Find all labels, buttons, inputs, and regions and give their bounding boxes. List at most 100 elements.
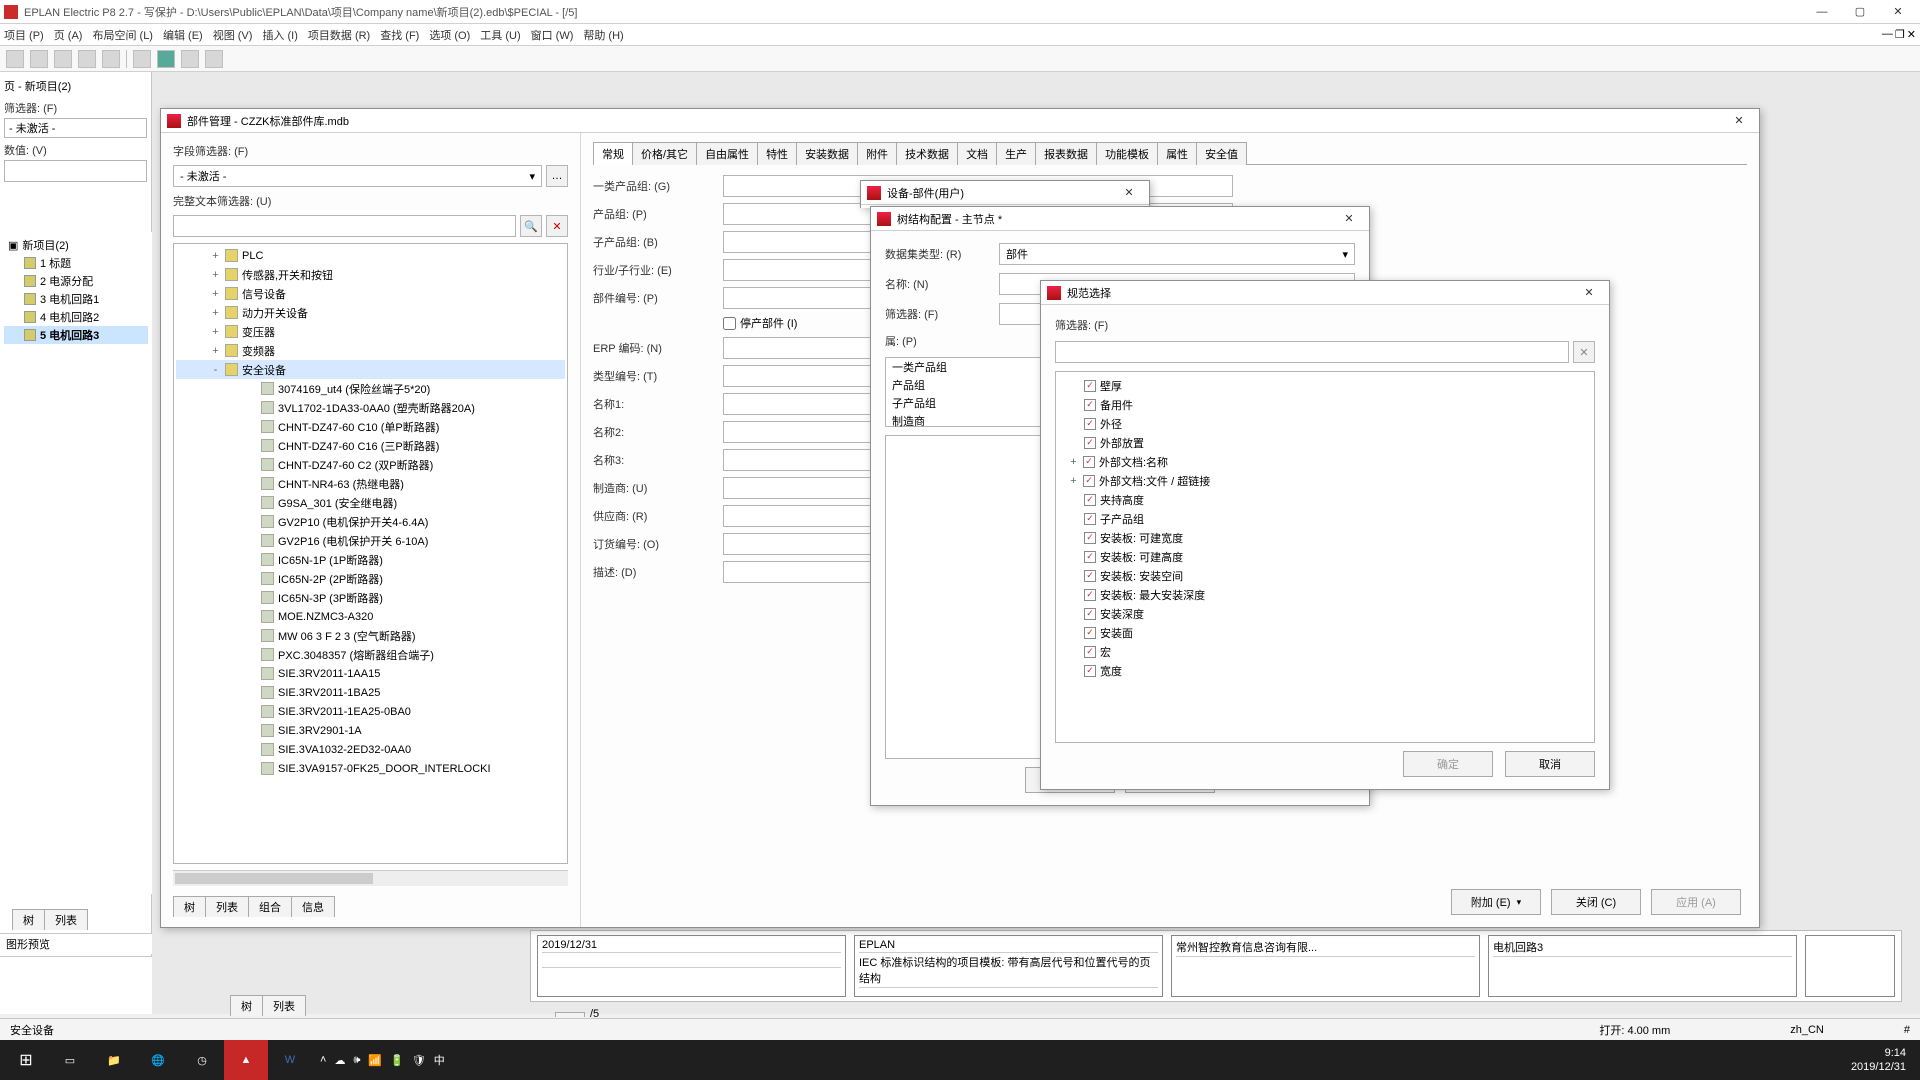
minimize-button[interactable]: — [1804, 1, 1840, 23]
norm-item[interactable]: 宏 [1058, 642, 1592, 661]
norm-item[interactable]: 外部放置 [1058, 433, 1592, 452]
close-parts-button[interactable]: 关闭 (C) [1551, 889, 1641, 915]
field-filter-more-button[interactable]: … [546, 165, 568, 187]
tree-page[interactable]: 2 电源分配 [4, 272, 148, 290]
detail-tab[interactable]: 功能模板 [1096, 142, 1158, 165]
parts-tree-leaf[interactable]: SIE.3VA1032-2ED32-0AA0 [176, 740, 565, 759]
parts-tree-leaf[interactable]: GV2P16 (电机保护开关 6-10A) [176, 531, 565, 550]
norm-item[interactable]: 安装板: 安装空间 [1058, 566, 1592, 585]
menu-item[interactable]: 查找 (F) [380, 27, 419, 43]
mdi-restore-button[interactable]: ❐ [1895, 28, 1905, 41]
norm-item[interactable]: 安装板: 可建高度 [1058, 547, 1592, 566]
norm-item[interactable]: 壁厚 [1058, 376, 1592, 395]
parts-tab-info[interactable]: 信息 [291, 896, 335, 917]
parts-tree-node[interactable]: +信号设备 [176, 284, 565, 303]
filter-combo[interactable]: - 未激活 - [4, 118, 147, 138]
menu-item[interactable]: 编辑 (E) [163, 27, 203, 43]
parts-tree-leaf[interactable]: CHNT-NR4-63 (热继电器) [176, 474, 565, 493]
parts-tree-leaf[interactable]: GV2P10 (电机保护开关4-6.4A) [176, 512, 565, 531]
detail-tab[interactable]: 安装数据 [796, 142, 858, 165]
detail-tab[interactable]: 安全值 [1196, 142, 1247, 165]
fulltext-search-button[interactable]: 🔍 [520, 215, 542, 237]
parts-tree-leaf[interactable]: CHNT-DZ47-60 C16 (三P断路器) [176, 436, 565, 455]
parts-tree-node[interactable]: +PLC [176, 246, 565, 265]
parts-tree-leaf[interactable]: IC65N-1P (1P断路器) [176, 550, 565, 569]
menu-item[interactable]: 插入 (I) [262, 27, 297, 43]
parts-close-button[interactable]: ✕ [1725, 114, 1753, 127]
parts-tree-leaf[interactable]: G9SA_301 (安全继电器) [176, 493, 565, 512]
parts-tree-leaf[interactable]: IC65N-3P (3P断路器) [176, 588, 565, 607]
taskbar-clock[interactable]: 9:142019/12/31 [1841, 1046, 1916, 1074]
detail-tab[interactable]: 自由属性 [696, 142, 758, 165]
norm-item[interactable]: 子产品组 [1058, 509, 1592, 528]
parts-tree-leaf[interactable]: SIE.3VA9157-0FK25_DOOR_INTERLOCKI [176, 759, 565, 778]
attach-button[interactable]: 附加 (E) [1451, 889, 1541, 915]
detail-tab[interactable]: 报表数据 [1035, 142, 1097, 165]
toolbar-button[interactable] [205, 50, 223, 68]
menu-item[interactable]: 页 (A) [54, 27, 83, 43]
norm-item[interactable]: 夹持高度 [1058, 490, 1592, 509]
parts-tab-list[interactable]: 列表 [205, 896, 249, 917]
parts-tree[interactable]: +PLC+传感器,开关和按钮+信号设备+动力开关设备+变压器+变频器-安全设备3… [173, 243, 568, 864]
toolbar-button[interactable] [133, 50, 151, 68]
tree-root[interactable]: ▣新项目(2) [4, 236, 148, 254]
tab-tree[interactable]: 树 [12, 909, 45, 930]
parts-tab-combo[interactable]: 组合 [248, 896, 292, 917]
menu-item[interactable]: 项目 (P) [4, 27, 44, 43]
norm-item[interactable]: +外部文档:名称 [1058, 452, 1592, 471]
menu-item[interactable]: 帮助 (H) [583, 27, 623, 43]
apply-button[interactable]: 应用 (A) [1651, 889, 1741, 915]
mdi-minimize-button[interactable]: — [1882, 28, 1893, 41]
norm-item[interactable]: 备用件 [1058, 395, 1592, 414]
toolbar-button[interactable] [54, 50, 72, 68]
detail-tab[interactable]: 文档 [957, 142, 997, 165]
detail-tab[interactable]: 属性 [1157, 142, 1197, 165]
parts-tree-node[interactable]: +变压器 [176, 322, 565, 341]
parts-tree-leaf[interactable]: SIE.3RV2011-1EA25-0BA0 [176, 702, 565, 721]
norm-tree[interactable]: 壁厚备用件外径外部放置+外部文档:名称+外部文档:文件 / 超链接夹持高度子产品… [1055, 371, 1595, 743]
toolbar-button[interactable] [78, 50, 96, 68]
fulltext-input[interactable] [173, 215, 516, 237]
tab-list[interactable]: 列表 [44, 909, 88, 930]
taskview-button[interactable]: ▭ [48, 1040, 92, 1080]
page-tab[interactable] [555, 1012, 585, 1017]
toolbar-button[interactable] [102, 50, 120, 68]
norm-item[interactable]: 外径 [1058, 414, 1592, 433]
project-tree[interactable]: ▣新项目(2) 1 标题 2 电源分配 3 电机回路1 4 电机回路2 5 电机… [0, 232, 152, 894]
tree-page[interactable]: 3 电机回路1 [4, 290, 148, 308]
device-parts-close-button[interactable]: ✕ [1115, 186, 1143, 199]
parts-tree-node[interactable]: +变频器 [176, 341, 565, 360]
toolbar-button[interactable] [6, 50, 24, 68]
menu-item[interactable]: 视图 (V) [213, 27, 253, 43]
toolbar-button[interactable] [30, 50, 48, 68]
detail-tab[interactable]: 附件 [857, 142, 897, 165]
detail-tab[interactable]: 价格/其它 [632, 142, 697, 165]
parts-tree-node[interactable]: -安全设备 [176, 360, 565, 379]
explorer-icon[interactable]: 📁 [92, 1040, 136, 1080]
norm-filter-clear-button[interactable]: ✕ [1573, 341, 1595, 363]
system-tray[interactable]: ˄☁🕪 📶🔋🛡 中 [312, 1052, 453, 1068]
fulltext-clear-button[interactable]: ✕ [546, 215, 568, 237]
mini-tab-list[interactable]: 列表 [262, 995, 306, 1016]
parts-tree-leaf[interactable]: CHNT-DZ47-60 C2 (双P断路器) [176, 455, 565, 474]
tree-page[interactable]: 1 标题 [4, 254, 148, 272]
parts-tree-leaf[interactable]: SIE.3RV2901-1A [176, 721, 565, 740]
parts-tree-node[interactable]: +传感器,开关和按钮 [176, 265, 565, 284]
norm-item[interactable]: 安装板: 最大安装深度 [1058, 585, 1592, 604]
norm-item[interactable]: 宽度 [1058, 661, 1592, 680]
clock-icon[interactable]: ◷ [180, 1040, 224, 1080]
parts-tree-leaf[interactable]: CHNT-DZ47-60 C10 (单P断路器) [176, 417, 565, 436]
menu-item[interactable]: 选项 (O) [429, 27, 470, 43]
norm-close-button[interactable]: ✕ [1575, 286, 1603, 299]
parts-tab-tree[interactable]: 树 [173, 896, 206, 917]
value-input[interactable] [4, 160, 147, 182]
eplan-taskbar-icon[interactable]: ▲ [224, 1040, 268, 1080]
mini-tab-tree[interactable]: 树 [230, 995, 263, 1016]
tc-dataset-combo[interactable]: 部件▾ [999, 243, 1355, 265]
mdi-close-button[interactable]: ✕ [1907, 28, 1916, 41]
menu-item[interactable]: 窗口 (W) [531, 27, 574, 43]
detail-tab[interactable]: 技术数据 [896, 142, 958, 165]
detail-tab[interactable]: 常规 [593, 142, 633, 165]
menu-item[interactable]: 工具 (U) [480, 27, 520, 43]
detail-tab[interactable]: 生产 [996, 142, 1036, 165]
